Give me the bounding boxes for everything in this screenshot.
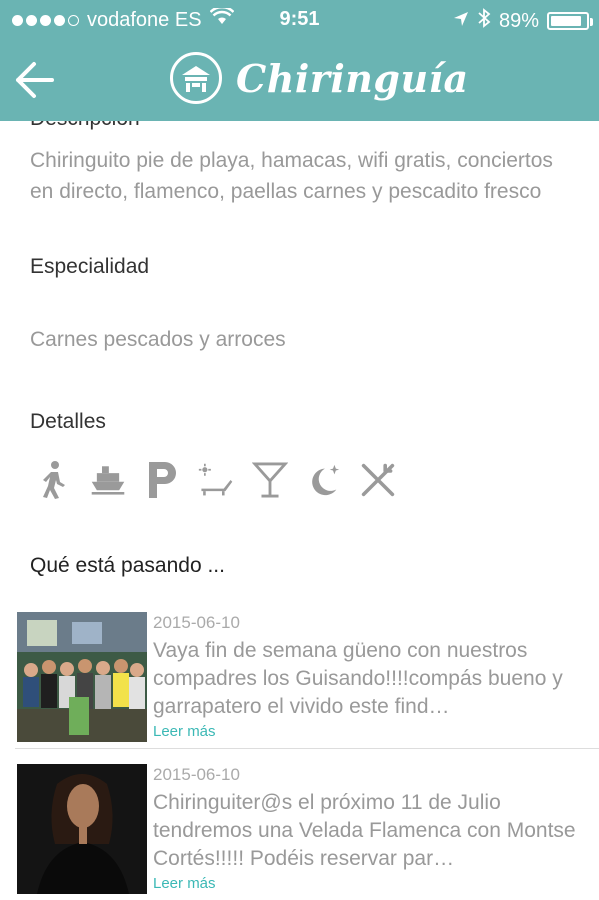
news-date: 2015-06-10: [153, 765, 240, 784]
specialty-text: Carnes pescados y arroces: [30, 328, 286, 351]
restaurant-detail: Descripción Chiringuito pie de playa, ha…: [0, 121, 599, 900]
battery-level: [551, 16, 581, 26]
location-arrow-icon: [453, 10, 469, 33]
details-heading: Detalles: [30, 410, 106, 433]
top-bar: vodafone ES 9:51 89% Chiringuía: [0, 0, 599, 121]
beach-hut-icon: [170, 52, 222, 104]
news-text: Vaya fin de semana güeno con nuestros co…: [153, 639, 563, 718]
back-arrow-icon[interactable]: [14, 60, 54, 100]
parking-icon: [144, 459, 180, 501]
battery-percent: 89%: [498, 9, 539, 32]
boat-icon: [90, 459, 126, 501]
description-text: Chiringuito pie de playa, hamacas, wifi …: [30, 149, 553, 203]
description-heading: Descripción: [30, 121, 140, 131]
navigation-bar: Chiringuía: [0, 40, 599, 121]
news-photo-group: [17, 612, 147, 742]
battery-icon: [547, 12, 593, 30]
news-text: Chiringuiter@s el próximo 11 de Julio te…: [153, 791, 576, 870]
news-date: 2015-06-10: [153, 613, 240, 632]
status-bar: vodafone ES 9:51 89%: [0, 0, 599, 40]
news-item[interactable]: 2015-06-10 Chiringuiter@s el próximo 11 …: [15, 761, 599, 900]
walk-icon: [36, 459, 72, 501]
app-title: Chiringuía: [236, 55, 469, 101]
sunbed-icon: [198, 459, 234, 501]
status-right: 89%: [453, 8, 593, 34]
happening-heading: Qué está pasando ...: [30, 554, 225, 577]
restaurant-icon: [360, 459, 396, 501]
read-more-link[interactable]: Leer más: [153, 875, 216, 892]
cocktail-icon: [252, 459, 288, 501]
read-more-link[interactable]: Leer más: [153, 723, 216, 740]
bluetooth-icon: [477, 8, 491, 34]
details-icons: [36, 459, 396, 501]
app-brand: Chiringuía: [170, 52, 469, 104]
specialty-heading: Especialidad: [30, 255, 150, 278]
news-item[interactable]: 2015-06-10 Vaya fin de semana güeno con …: [15, 609, 599, 749]
news-photo-singer: [17, 764, 147, 894]
night-icon: [306, 459, 342, 501]
